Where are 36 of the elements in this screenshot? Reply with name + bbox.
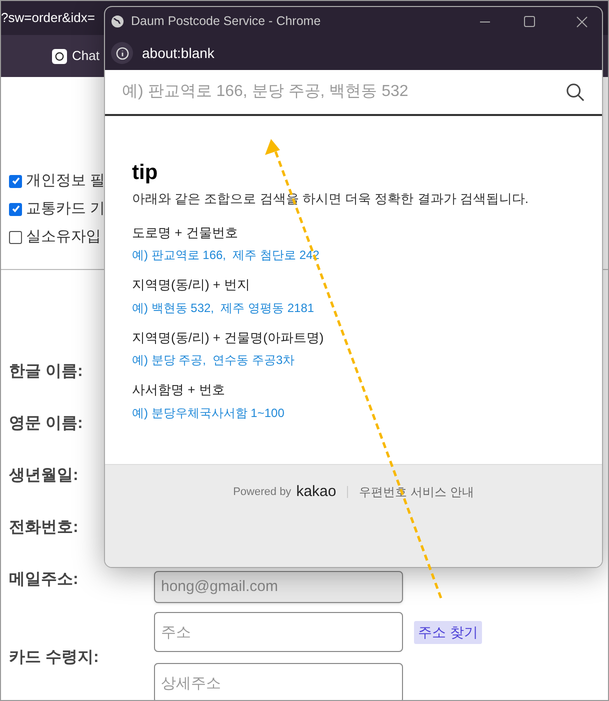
search-field[interactable]: 예) 판교역로 166, 분당 주공, 백현동 532 xyxy=(122,80,566,104)
window-title: Daum Postcode Service - Chrome xyxy=(131,13,322,30)
detail-address-field[interactable]: 상세주소 xyxy=(154,663,403,700)
form-label: 메일주소: xyxy=(9,571,78,588)
maximize-icon[interactable] xyxy=(524,16,535,27)
close-icon[interactable] xyxy=(576,16,588,28)
tip-example: 예) 분당 주공, 연수동 주공3차 xyxy=(132,352,296,369)
checkbox-label: 개인정보 필 xyxy=(26,170,106,191)
checkbox[interactable] xyxy=(9,230,22,244)
tip-example: 예) 백현동 532, 제주 영평동 2181 xyxy=(132,300,316,316)
tip-heading: tip xyxy=(132,161,159,185)
tip-combination: 지역명(동/리) + 건물명(아파트명) xyxy=(132,328,325,347)
address-field[interactable]: 주소 xyxy=(154,612,403,652)
checkbox-label: 교통카드 기 xyxy=(26,198,106,219)
find-address-button[interactable]: 주소 찾기 xyxy=(414,620,482,644)
form-label: 생년월일: xyxy=(9,467,78,484)
checkbox[interactable] xyxy=(9,174,22,188)
email-field[interactable]: hong@gmail.com xyxy=(154,571,403,603)
tip-combination: 도로명 + 건물번호 xyxy=(132,224,239,242)
tip-example: 예) 분당우체국사서함 1~100 xyxy=(132,404,286,422)
tip-combination: 사서함명 + 번호 xyxy=(132,381,226,399)
checkbox[interactable] xyxy=(9,202,22,216)
url-text: ?sw=order&idx= xyxy=(1,9,95,28)
search-icon[interactable] xyxy=(566,82,585,102)
form-label: 전화번호: xyxy=(9,519,78,536)
app-icon[interactable] xyxy=(52,48,67,64)
checkbox-label: 실소유자입 xyxy=(26,226,101,247)
brand-logo: kakao xyxy=(296,482,336,502)
info-icon[interactable] xyxy=(111,42,133,64)
bookmark[interactable]: Chat xyxy=(72,46,100,66)
tip-combination: 지역명(동/리) + 번지 xyxy=(132,276,252,294)
address-text: about:blank xyxy=(142,44,214,62)
form-label: 영문 이름: xyxy=(9,415,83,432)
form-label: 카드 수령지: xyxy=(9,648,99,666)
powered-by-label: Powered by xyxy=(233,484,292,500)
form-label: 한글 이름: xyxy=(9,363,83,380)
